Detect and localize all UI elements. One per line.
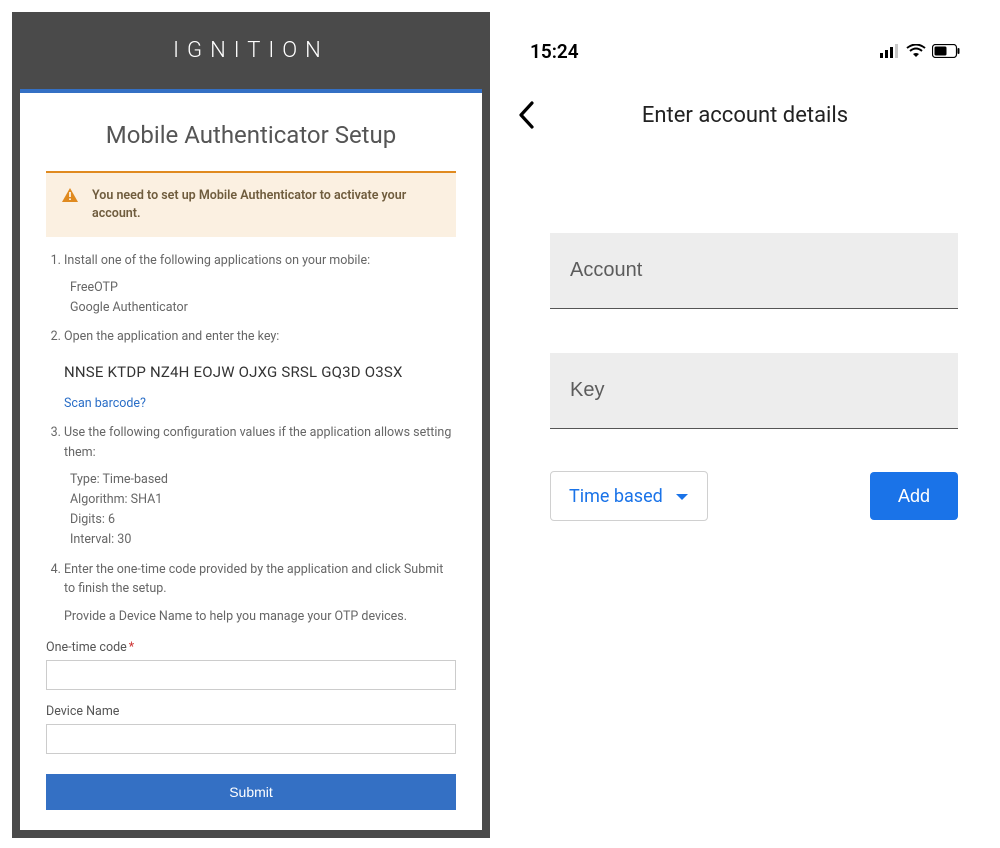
ignition-brand: IGNITION [12, 12, 490, 89]
cellular-icon [880, 40, 900, 63]
alert-banner: You need to set up Mobile Authenticator … [46, 171, 456, 237]
warning-icon [62, 188, 78, 208]
step3-text: Use the following configuration values i… [64, 425, 451, 459]
phone-screen: 15:24 Enter account details [490, 0, 1000, 848]
add-button[interactable]: Add [870, 472, 958, 520]
wifi-icon [906, 40, 926, 63]
cfg-interval: Interval: 30 [70, 530, 456, 550]
device-name-label: Device Name [46, 704, 456, 719]
device-name-input[interactable] [46, 724, 456, 754]
type-select[interactable]: Time based [550, 471, 708, 521]
scan-barcode-link[interactable]: Scan barcode? [64, 396, 146, 411]
step4-extra: Provide a Device Name to help you manage… [64, 607, 456, 626]
app-google-auth: Google Authenticator [70, 298, 456, 317]
ignition-panel: IGNITION Mobile Authenticator Setup You … [12, 12, 490, 838]
screen-title: Enter account details [642, 103, 848, 128]
title-bar: Enter account details [490, 87, 1000, 143]
key-field[interactable] [550, 353, 958, 429]
one-time-code-input[interactable] [46, 660, 456, 690]
authenticator-key: NNSE KTDP NZ4H EOJW OJXG SRSL GQ3D O3SX [64, 361, 456, 384]
step4-text: Enter the one-time code provided by the … [64, 562, 443, 596]
otc-label: One-time code* [46, 640, 456, 655]
type-select-label: Time based [569, 486, 663, 507]
setup-steps: Install one of the following application… [46, 251, 456, 626]
cfg-algo: Algorithm: SHA1 [70, 490, 456, 510]
cfg-type: Type: Time-based [70, 470, 456, 490]
app-freeotp: FreeOTP [70, 278, 456, 297]
step1-text: Install one of the following application… [64, 253, 370, 268]
battery-icon [932, 40, 960, 63]
status-time: 15:24 [530, 40, 579, 63]
status-bar: 15:24 [490, 20, 1000, 73]
cfg-digits: Digits: 6 [70, 510, 456, 530]
step2-text: Open the application and enter the key: [64, 329, 279, 344]
alert-text: You need to set up Mobile Authenticator … [92, 188, 406, 221]
page-title: Mobile Authenticator Setup [46, 121, 456, 149]
chevron-down-icon [675, 486, 689, 507]
back-icon[interactable] [518, 101, 536, 135]
account-field[interactable] [550, 233, 958, 309]
submit-button[interactable]: Submit [46, 774, 456, 810]
